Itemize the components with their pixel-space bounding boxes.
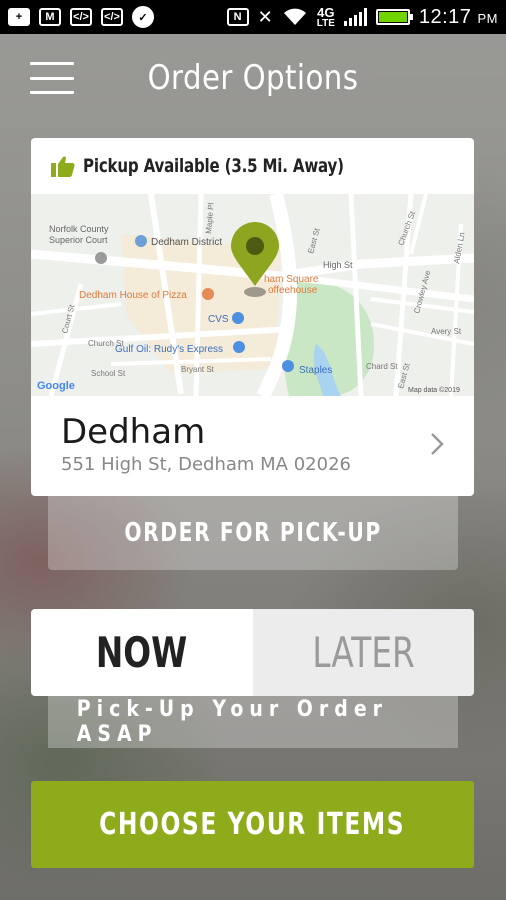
map-label-court2: Superior Court [49,235,108,245]
map-label-coffee2: offeehouse [268,285,318,296]
chevron-right-icon [431,433,444,455]
map-label-high-st: High St [323,260,353,270]
later-label: LATER [312,628,415,677]
map-label-court: Norfolk County [49,224,109,234]
google-logo: Google [37,380,75,392]
store-map[interactable]: Norfolk County Superior Court Dedham Dis… [31,194,474,396]
map-label-avery-st: Avery St [431,327,462,336]
map-label-bryant-st: Bryant St [181,365,215,374]
map-label-chard-st: Chard St [366,362,398,371]
status-bar-system: N ✕ 4G LTE 12:17 PM [226,4,498,29]
map-label-gulf: Gulf Oil: Rudy's Express [115,344,223,355]
battery-icon [375,9,413,25]
later-option[interactable]: LATER [252,609,474,696]
map-label-pizza: Dedham House of Pizza [79,290,187,301]
network-type: 4G LTE [316,4,335,29]
timing-toggle: NOW LATER [31,609,474,696]
code-icon: </> [101,8,123,26]
code-icon: </> [70,8,92,26]
choose-your-items-label: CHOOSE YOUR ITEMS [99,807,406,842]
messenger-icon: ✓ [132,6,154,28]
map-label-coffee: ham Square [264,274,319,285]
app-header: Order Options [0,34,506,122]
map-label-district: Dedham District [151,237,222,248]
signal-icon [343,8,367,26]
thumbs-up-icon [51,156,75,177]
pickup-availability: Pickup Available (3.5 Mi. Away) [31,138,474,194]
map-label-church-st2: Church St [88,339,124,348]
store-name: Dedham [61,412,206,452]
clock: 12:17 PM [418,5,498,28]
status-bar: + M </> </> ✓ N ✕ 4G LTE 12:17 PM [0,0,506,34]
asap-text: Pick-Up Your Order ASAP [76,697,389,747]
order-for-pickup-label: ORDER FOR PICK-UP [124,518,382,548]
gmail-icon: M [39,8,61,26]
page-title: Order Options [147,58,359,98]
map-data-attribution: Map data ©2019 [408,386,460,394]
map-label-staples: Staples [299,365,332,376]
map-label-cvs: CVS [208,314,229,325]
nfc-icon: N [226,8,249,26]
add-icon: + [8,8,30,26]
wifi-icon [283,8,306,25]
now-option[interactable]: NOW [31,609,253,696]
store-selector[interactable]: Dedham 551 High St, Dedham MA 02026 [31,396,474,496]
choose-your-items-button[interactable]: CHOOSE YOUR ITEMS [31,781,474,868]
status-bar-notifications: + M </> </> ✓ [8,6,154,28]
now-label: NOW [96,628,188,677]
store-address: 551 High St, Dedham MA 02026 [61,454,351,475]
location-card: Pickup Available (3.5 Mi. Away) Norfolk … [31,138,474,496]
mute-icon: ✕ [257,6,273,27]
asap-description: Pick-Up Your Order ASAP [48,696,458,748]
map-label-school-st: School St [91,369,126,378]
pickup-status-text: Pickup Available (3.5 Mi. Away) [83,155,344,177]
order-for-pickup-button[interactable]: ORDER FOR PICK-UP [48,496,458,570]
